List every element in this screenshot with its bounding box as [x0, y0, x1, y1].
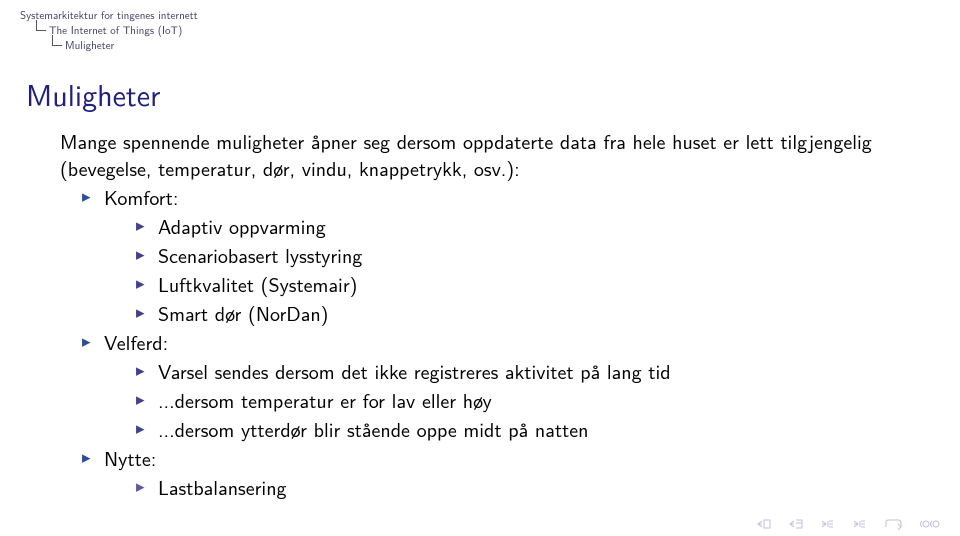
nav-back-icon	[884, 518, 902, 530]
tree-branch-icon	[36, 20, 46, 31]
bullet-list-nested: Lastbalansering	[104, 474, 890, 501]
nav-repeat-icon	[918, 518, 940, 530]
breadcrumb: Systemarkitektur for tingenes internett …	[20, 8, 198, 53]
breadcrumb-level2-label: Muligheter	[65, 38, 114, 53]
list-item-label: ...dersom ytterdør blir stående oppe mid…	[158, 415, 589, 444]
nav-first-button[interactable]	[756, 519, 772, 529]
list-item: Smart dør (NorDan)	[140, 300, 890, 327]
list-item: Adaptiv oppvarming	[140, 213, 890, 240]
intro-text: Mange spennende muligheter åpner seg der…	[60, 128, 890, 182]
nav-prev-icon	[788, 519, 804, 529]
nav-last-button[interactable]	[852, 519, 868, 529]
list-item-label: Adaptiv oppvarming	[158, 212, 326, 241]
breadcrumb-level2: Muligheter	[20, 38, 198, 53]
list-item-label: Nytte:	[104, 444, 156, 473]
list-item: Komfort: Adaptiv oppvarming Scenariobase…	[86, 184, 890, 327]
list-item-label: Scenariobasert lysstyring	[158, 241, 362, 270]
list-item: ...dersom temperatur er for lav eller hø…	[140, 387, 890, 414]
breadcrumb-root-label: Systemarkitektur for tingenes internett	[20, 8, 198, 23]
list-item: Velferd: Varsel sendes dersom det ikke r…	[86, 329, 890, 443]
list-item-label: Lastbalansering	[158, 473, 287, 502]
list-item: Scenariobasert lysstyring	[140, 242, 890, 269]
list-item-label: Luftkvalitet (Systemair)	[158, 270, 357, 299]
tree-branch-icon	[52, 35, 62, 46]
list-item-label: Smart dør (NorDan)	[158, 299, 328, 328]
breadcrumb-level1-label: The Internet of Things (IoT)	[49, 23, 182, 38]
slide-root: Systemarkitektur for tingenes internett …	[0, 0, 960, 536]
nav-back-button[interactable]	[884, 518, 902, 530]
nav-repeat-button[interactable]	[918, 518, 940, 530]
breadcrumb-root: Systemarkitektur for tingenes internett	[20, 8, 198, 23]
nav-next-icon	[820, 519, 836, 529]
nav-prev-button[interactable]	[788, 519, 804, 529]
nav-first-icon	[756, 519, 772, 529]
nav-bar	[756, 518, 940, 530]
list-item: Lastbalansering	[140, 474, 890, 501]
list-item-label: Komfort:	[104, 183, 178, 212]
nav-last-icon	[852, 519, 868, 529]
bullet-list-nested: Adaptiv oppvarming Scenariobasert lyssty…	[104, 213, 890, 327]
list-item: Luftkvalitet (Systemair)	[140, 271, 890, 298]
slide-body: Mange spennende muligheter åpner seg der…	[60, 128, 890, 503]
list-item: ...dersom ytterdør blir stående oppe mid…	[140, 416, 890, 443]
list-item-label: Velferd:	[104, 328, 168, 357]
list-item-label: ...dersom temperatur er for lav eller hø…	[158, 386, 492, 415]
breadcrumb-level1: The Internet of Things (IoT)	[20, 23, 198, 38]
nav-next-button[interactable]	[820, 519, 836, 529]
list-item-label: Varsel sendes dersom det ikke registrere…	[158, 357, 671, 386]
page-title: Muligheter	[26, 72, 160, 116]
list-item: Nytte: Lastbalansering	[86, 445, 890, 501]
list-item: Varsel sendes dersom det ikke registrere…	[140, 358, 890, 385]
bullet-list-nested: Varsel sendes dersom det ikke registrere…	[104, 358, 890, 443]
bullet-list: Komfort: Adaptiv oppvarming Scenariobase…	[60, 184, 890, 501]
